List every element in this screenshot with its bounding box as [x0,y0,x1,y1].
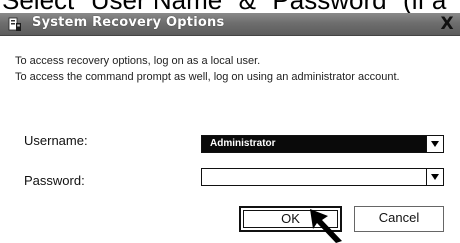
info-text-admin: To access the command prompt as well, lo… [15,71,400,83]
title-bar[interactable]: System Recovery Options X [0,13,460,36]
username-dropdown[interactable]: Administrator [201,135,444,153]
username-selected-value: Administrator [210,138,276,149]
cancel-button[interactable]: Cancel [354,206,444,232]
system-recovery-icon [8,17,21,31]
window-title: System Recovery Options [32,15,225,30]
system-recovery-dialog: System Recovery Options X To access reco… [0,13,460,243]
password-label: Password: [24,173,85,188]
close-button[interactable]: X [438,15,456,33]
chevron-down-icon[interactable] [426,169,443,185]
info-text-local-user: To access recovery options, log on as a … [15,55,261,67]
instruction-caption: Select "User Name" & "Password" (if a [2,0,447,15]
password-field[interactable] [201,168,444,186]
username-label: Username: [24,133,88,148]
screen: Select "User Name" & "Password" (if a Sy… [0,0,460,243]
arrow-cursor-icon [310,209,342,243]
chevron-down-icon[interactable] [426,136,443,152]
